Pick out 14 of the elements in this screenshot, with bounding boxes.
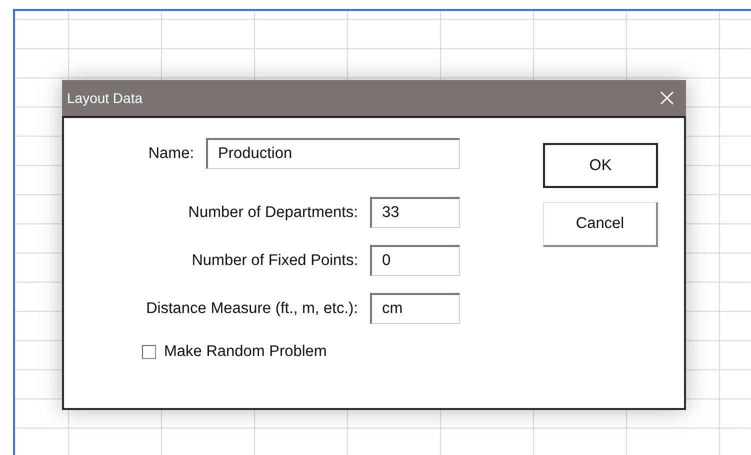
field-label: Number of Departments: — [187, 204, 359, 222]
window-title: Layout Data — [67, 90, 142, 106]
field-label: Distance Measure (ft., m, etc.): — [145, 300, 359, 318]
checkbox-label[interactable]: Make Random Problem — [164, 343, 327, 361]
field-label: Name: — [147, 144, 195, 162]
input-field[interactable]: 0 — [370, 245, 460, 276]
checkbox[interactable] — [142, 345, 156, 359]
input-field[interactable]: Production — [206, 138, 460, 169]
field-label: Number of Fixed Points: — [190, 252, 359, 270]
close-icon[interactable] — [660, 91, 674, 105]
input-field[interactable]: cm — [370, 293, 460, 324]
input-field[interactable]: 33 — [370, 197, 460, 228]
cancel-button[interactable]: Cancel — [543, 202, 658, 247]
ok-button[interactable]: OK — [543, 143, 658, 188]
